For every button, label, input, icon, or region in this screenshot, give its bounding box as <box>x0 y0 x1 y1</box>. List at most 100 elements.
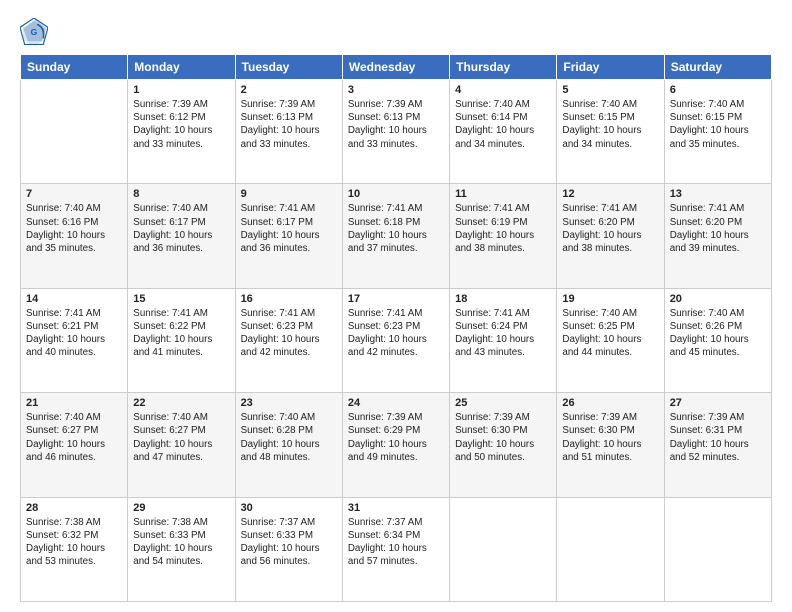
day-cell <box>557 497 664 601</box>
day-number: 7 <box>26 188 122 200</box>
day-cell: 10 Sunrise: 7:41 AM Sunset: 6:18 PM Dayli… <box>342 184 449 288</box>
day-cell: 3 Sunrise: 7:39 AM Sunset: 6:13 PM Daylig… <box>342 80 449 184</box>
day-cell <box>21 80 128 184</box>
day-cell: 21 Sunrise: 7:40 AM Sunset: 6:27 PM Dayli… <box>21 393 128 497</box>
day-info: Sunrise: 7:41 AM Sunset: 6:23 PM Dayligh… <box>241 307 337 360</box>
day-info: Sunrise: 7:41 AM Sunset: 6:23 PM Dayligh… <box>348 307 444 360</box>
col-header-monday: Monday <box>128 55 235 80</box>
day-cell: 20Sunrise: 7:40 AM Sunset: 6:26 PM Dayli… <box>664 288 771 392</box>
day-info: Sunrise: 7:40 AM Sunset: 6:26 PM Dayligh… <box>670 307 766 360</box>
day-cell: 11Sunrise: 7:41 AM Sunset: 6:19 PM Dayli… <box>450 184 557 288</box>
day-cell: 14 Sunrise: 7:41 AM Sunset: 6:21 PM Dayli… <box>21 288 128 392</box>
day-cell: 9 Sunrise: 7:41 AM Sunset: 6:17 PM Daylig… <box>235 184 342 288</box>
day-number: 2 <box>241 84 337 96</box>
day-info: Sunrise: 7:41 AM Sunset: 6:19 PM Dayligh… <box>455 202 551 255</box>
day-info: Sunrise: 7:39 AM Sunset: 6:30 PM Dayligh… <box>562 411 658 464</box>
page: G SundayMondayTuesdayWednesdayThursdayFr… <box>0 0 792 612</box>
calendar-table: SundayMondayTuesdayWednesdayThursdayFrid… <box>20 54 772 602</box>
day-number: 10 <box>348 188 444 200</box>
day-info: Sunrise: 7:41 AM Sunset: 6:24 PM Dayligh… <box>455 307 551 360</box>
day-number: 22 <box>133 397 229 409</box>
day-info: Sunrise: 7:39 AM Sunset: 6:13 PM Dayligh… <box>348 98 444 151</box>
day-info: Sunrise: 7:40 AM Sunset: 6:15 PM Dayligh… <box>562 98 658 151</box>
day-cell: 13Sunrise: 7:41 AM Sunset: 6:20 PM Dayli… <box>664 184 771 288</box>
day-cell: 17 Sunrise: 7:41 AM Sunset: 6:23 PM Dayli… <box>342 288 449 392</box>
day-info: Sunrise: 7:40 AM Sunset: 6:25 PM Dayligh… <box>562 307 658 360</box>
day-number: 23 <box>241 397 337 409</box>
day-info: Sunrise: 7:39 AM Sunset: 6:31 PM Dayligh… <box>670 411 766 464</box>
day-info: Sunrise: 7:41 AM Sunset: 6:17 PM Dayligh… <box>241 202 337 255</box>
day-number: 4 <box>455 84 551 96</box>
week-row-1: 1 Sunrise: 7:39 AM Sunset: 6:12 PM Daylig… <box>21 80 772 184</box>
col-header-friday: Friday <box>557 55 664 80</box>
day-info: Sunrise: 7:37 AM Sunset: 6:34 PM Dayligh… <box>348 516 444 569</box>
day-info: Sunrise: 7:40 AM Sunset: 6:17 PM Dayligh… <box>133 202 229 255</box>
week-row-4: 21 Sunrise: 7:40 AM Sunset: 6:27 PM Dayli… <box>21 393 772 497</box>
day-number: 1 <box>133 84 229 96</box>
day-info: Sunrise: 7:39 AM Sunset: 6:29 PM Dayligh… <box>348 411 444 464</box>
day-cell: 25 Sunrise: 7:39 AM Sunset: 6:30 PM Dayli… <box>450 393 557 497</box>
day-cell: 15 Sunrise: 7:41 AM Sunset: 6:22 PM Dayli… <box>128 288 235 392</box>
day-number: 5 <box>562 84 658 96</box>
day-cell: 8 Sunrise: 7:40 AM Sunset: 6:17 PM Daylig… <box>128 184 235 288</box>
week-row-5: 28 Sunrise: 7:38 AM Sunset: 6:32 PM Dayli… <box>21 497 772 601</box>
day-info: Sunrise: 7:38 AM Sunset: 6:32 PM Dayligh… <box>26 516 122 569</box>
day-info: Sunrise: 7:41 AM Sunset: 6:18 PM Dayligh… <box>348 202 444 255</box>
day-cell: 5 Sunrise: 7:40 AM Sunset: 6:15 PM Daylig… <box>557 80 664 184</box>
day-info: Sunrise: 7:41 AM Sunset: 6:22 PM Dayligh… <box>133 307 229 360</box>
day-cell: 29 Sunrise: 7:38 AM Sunset: 6:33 PM Dayli… <box>128 497 235 601</box>
col-header-tuesday: Tuesday <box>235 55 342 80</box>
day-number: 17 <box>348 293 444 305</box>
day-info: Sunrise: 7:41 AM Sunset: 6:20 PM Dayligh… <box>562 202 658 255</box>
day-cell: 28 Sunrise: 7:38 AM Sunset: 6:32 PM Dayli… <box>21 497 128 601</box>
day-info: Sunrise: 7:40 AM Sunset: 6:16 PM Dayligh… <box>26 202 122 255</box>
day-number: 15 <box>133 293 229 305</box>
calendar-header: SundayMondayTuesdayWednesdayThursdayFrid… <box>21 55 772 80</box>
day-number: 9 <box>241 188 337 200</box>
col-header-saturday: Saturday <box>664 55 771 80</box>
day-info: Sunrise: 7:39 AM Sunset: 6:30 PM Dayligh… <box>455 411 551 464</box>
day-info: Sunrise: 7:38 AM Sunset: 6:33 PM Dayligh… <box>133 516 229 569</box>
day-number: 3 <box>348 84 444 96</box>
day-cell: 2 Sunrise: 7:39 AM Sunset: 6:13 PM Daylig… <box>235 80 342 184</box>
logo-icon: G <box>20 18 48 46</box>
day-info: Sunrise: 7:39 AM Sunset: 6:12 PM Dayligh… <box>133 98 229 151</box>
day-number: 28 <box>26 502 122 514</box>
day-info: Sunrise: 7:41 AM Sunset: 6:20 PM Dayligh… <box>670 202 766 255</box>
day-cell <box>450 497 557 601</box>
day-cell: 30 Sunrise: 7:37 AM Sunset: 6:33 PM Dayli… <box>235 497 342 601</box>
day-number: 24 <box>348 397 444 409</box>
day-number: 31 <box>348 502 444 514</box>
day-number: 6 <box>670 84 766 96</box>
day-cell: 22Sunrise: 7:40 AM Sunset: 6:27 PM Dayli… <box>128 393 235 497</box>
day-cell: 19 Sunrise: 7:40 AM Sunset: 6:25 PM Dayli… <box>557 288 664 392</box>
day-number: 21 <box>26 397 122 409</box>
day-cell <box>664 497 771 601</box>
day-info: Sunrise: 7:39 AM Sunset: 6:13 PM Dayligh… <box>241 98 337 151</box>
day-number: 29 <box>133 502 229 514</box>
day-info: Sunrise: 7:40 AM Sunset: 6:27 PM Dayligh… <box>26 411 122 464</box>
week-row-2: 7 Sunrise: 7:40 AM Sunset: 6:16 PM Daylig… <box>21 184 772 288</box>
day-cell: 6 Sunrise: 7:40 AM Sunset: 6:15 PM Daylig… <box>664 80 771 184</box>
col-header-thursday: Thursday <box>450 55 557 80</box>
col-header-wednesday: Wednesday <box>342 55 449 80</box>
day-cell: 24 Sunrise: 7:39 AM Sunset: 6:29 PM Dayli… <box>342 393 449 497</box>
day-info: Sunrise: 7:40 AM Sunset: 6:14 PM Dayligh… <box>455 98 551 151</box>
day-info: Sunrise: 7:37 AM Sunset: 6:33 PM Dayligh… <box>241 516 337 569</box>
calendar-body: 1 Sunrise: 7:39 AM Sunset: 6:12 PM Daylig… <box>21 80 772 602</box>
day-number: 14 <box>26 293 122 305</box>
day-number: 8 <box>133 188 229 200</box>
day-cell: 7 Sunrise: 7:40 AM Sunset: 6:16 PM Daylig… <box>21 184 128 288</box>
day-number: 19 <box>562 293 658 305</box>
day-number: 26 <box>562 397 658 409</box>
day-cell: 27Sunrise: 7:39 AM Sunset: 6:31 PM Dayli… <box>664 393 771 497</box>
day-info: Sunrise: 7:40 AM Sunset: 6:15 PM Dayligh… <box>670 98 766 151</box>
header-row: SundayMondayTuesdayWednesdayThursdayFrid… <box>21 55 772 80</box>
day-cell: 18Sunrise: 7:41 AM Sunset: 6:24 PM Dayli… <box>450 288 557 392</box>
day-info: Sunrise: 7:40 AM Sunset: 6:28 PM Dayligh… <box>241 411 337 464</box>
day-number: 25 <box>455 397 551 409</box>
day-info: Sunrise: 7:41 AM Sunset: 6:21 PM Dayligh… <box>26 307 122 360</box>
day-number: 30 <box>241 502 337 514</box>
col-header-sunday: Sunday <box>21 55 128 80</box>
svg-text:G: G <box>31 27 38 37</box>
